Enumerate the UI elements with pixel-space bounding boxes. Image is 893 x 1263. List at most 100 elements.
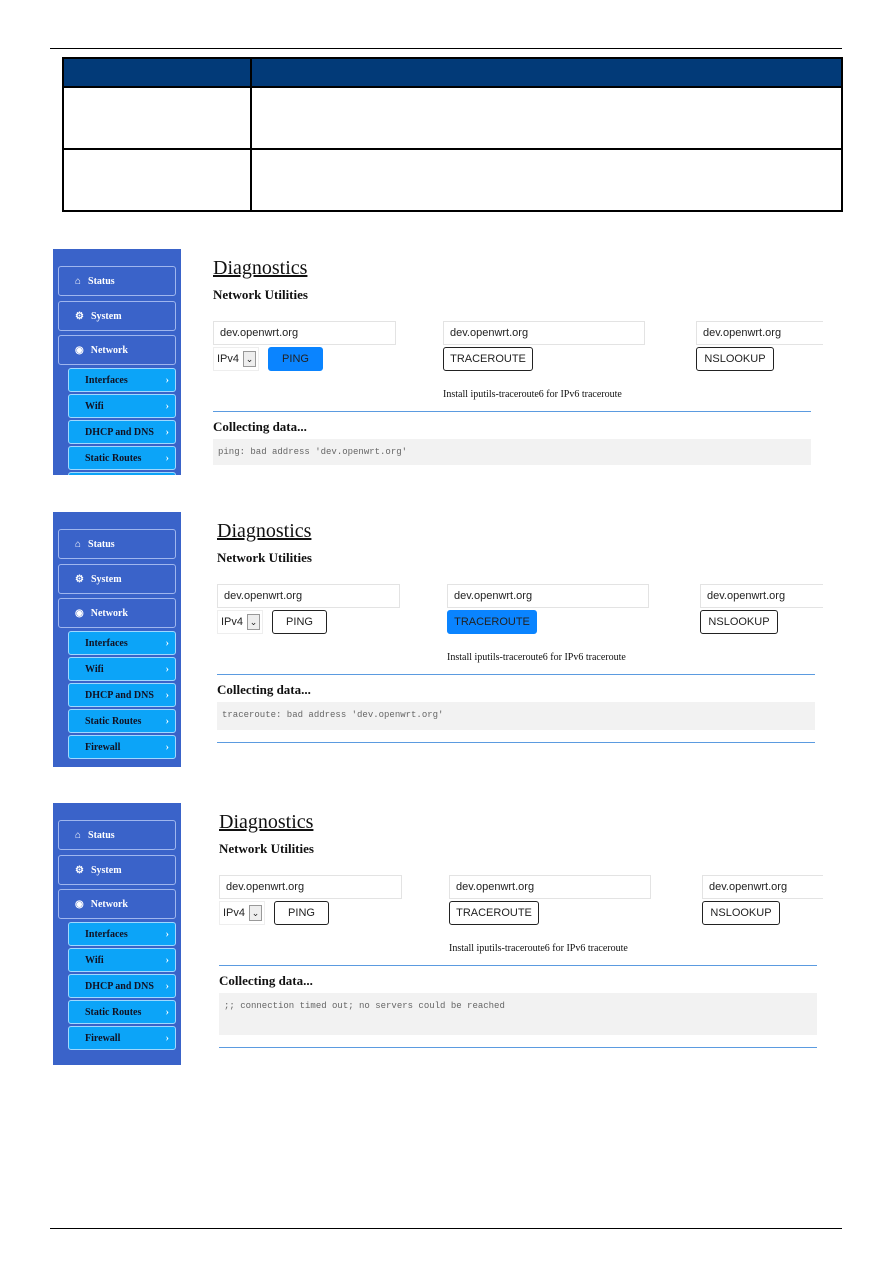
sidebar-item-network[interactable]: ◉ Network (58, 889, 176, 919)
sidebar-item-system[interactable]: ⚙ System (58, 564, 176, 594)
submenu-item-label: DHCP and DNS (85, 426, 154, 438)
sidebar-item-status[interactable]: ⌂ Status (58, 529, 176, 559)
submenu-item-label: Wifi (85, 400, 104, 412)
sidebar-item-label: System (90, 864, 122, 876)
page-title: Diagnostics (219, 811, 314, 833)
sidebar-item-label: Status (88, 829, 115, 841)
submenu-item-wifi[interactable]: Wifi › (68, 657, 176, 681)
submenu-item-dhcp-and-dns[interactable]: DHCP and DNS › (68, 420, 176, 444)
gears-icon: ⚙ (75, 864, 84, 876)
submenu-item-firewall[interactable]: Firewall› (68, 735, 176, 759)
submenu-item-firewall[interactable]: Firewall› (68, 1026, 176, 1050)
command-output: traceroute: bad address 'dev.openwrt.org… (217, 702, 815, 730)
globe-icon: ◉ (75, 344, 84, 356)
gears-icon: ⚙ (75, 310, 84, 322)
globe-icon: ◉ (75, 607, 84, 619)
nslookup-host-input[interactable]: dev.openwrt.org (702, 875, 823, 899)
chevron-right-icon: › (165, 741, 169, 753)
home-icon: ⌂ (75, 829, 82, 841)
submenu-item-dhcp-and-dns[interactable]: DHCP and DNS › (68, 683, 176, 707)
chevron-right-icon: › (165, 663, 169, 675)
submenu-item-interfaces[interactable]: Interfaces › (68, 922, 176, 946)
submenu-item-wifi[interactable]: Wifi › (68, 948, 176, 972)
ping-host-input[interactable]: dev.openwrt.org (217, 584, 400, 608)
traceroute-button[interactable]: TRACEROUTE (447, 610, 537, 634)
submenu-item-interfaces[interactable]: Interfaces › (68, 368, 176, 392)
page-title: Diagnostics (217, 520, 312, 542)
table-header-row (62, 57, 843, 88)
page-title: Diagnostics (213, 257, 308, 279)
main-content: Diagnostics Network Utilities dev.openwrt.… (217, 512, 823, 767)
sidebar-item-label: Status (88, 538, 115, 550)
submenu-item-static-routes[interactable]: Static Routes › (68, 446, 176, 470)
submenu-item-interfaces[interactable]: Interfaces › (68, 631, 176, 655)
traceroute-host-input[interactable]: dev.openwrt.org (447, 584, 649, 608)
sidebar-item-label: Network (90, 607, 128, 619)
submenu-item-static-routes[interactable]: Static Routes › (68, 1000, 176, 1024)
traceroute-button[interactable]: TRACEROUTE (449, 901, 539, 925)
section-title: Network Utilities (219, 841, 314, 856)
nslookup-button[interactable]: NSLOOKUP (696, 347, 774, 371)
nslookup-button[interactable]: NSLOOKUP (700, 610, 778, 634)
chevron-right-icon: › (165, 928, 169, 940)
submenu-item-label: Interfaces (85, 928, 128, 940)
ping-host-input[interactable]: dev.openwrt.org (219, 875, 402, 899)
doc-table (62, 57, 843, 212)
section-title: Network Utilities (213, 287, 308, 302)
section-title: Network Utilities (217, 550, 312, 565)
sidebar-item-label: Network (90, 344, 128, 356)
nslookup-button[interactable]: NSLOOKUP (702, 901, 780, 925)
ip-version-value: IPv4 (217, 353, 240, 365)
chevron-right-icon: › (165, 980, 169, 992)
submenu-item-label: Interfaces (85, 374, 128, 386)
traceroute6-hint: Install iputils-traceroute6 for IPv6 tra… (443, 389, 622, 400)
ping-button[interactable]: PING (268, 347, 323, 371)
traceroute-button[interactable]: TRACEROUTE (443, 347, 533, 371)
submenu-item-dhcp-and-dns[interactable]: DHCP and DNS › (68, 974, 176, 998)
sidebar: ⌂ Status ⚙ System ◉ Network Interfaces › Wifi › DH… (53, 512, 181, 767)
table-cell (250, 86, 843, 150)
divider (217, 674, 815, 675)
sidebar-item-system[interactable]: ⚙ System (58, 301, 176, 331)
ping-button[interactable]: PING (272, 610, 327, 634)
submenu-item-label: Static Routes (85, 1006, 142, 1018)
sidebar-item-status[interactable]: ⌂ Status (58, 820, 176, 850)
submenu-item-firewall[interactable]: Firewall› (68, 472, 176, 475)
chevron-down-icon: ⌄ (247, 614, 260, 630)
diagnostics-screenshot: ⌂ Status ⚙ System ◉ Network Interfaces › Wifi › DH… (53, 249, 823, 475)
traceroute-host-input[interactable]: dev.openwrt.org (443, 321, 645, 345)
sidebar-item-status[interactable]: ⌂ Status (58, 266, 176, 296)
submenu-item-label: DHCP and DNS (85, 689, 154, 701)
traceroute6-hint: Install iputils-traceroute6 for IPv6 tra… (447, 652, 626, 663)
traceroute6-hint: Install iputils-traceroute6 for IPv6 tra… (449, 943, 628, 954)
chevron-right-icon: › (165, 1006, 169, 1018)
sidebar-item-system[interactable]: ⚙ System (58, 855, 176, 885)
home-icon: ⌂ (75, 275, 82, 287)
submenu-item-label: Wifi (85, 663, 104, 675)
ip-version-select[interactable]: IPv4 ⌄ (217, 610, 263, 634)
command-output: ;; connection timed out; no servers coul… (219, 993, 817, 1035)
ping-host-input[interactable]: dev.openwrt.org (213, 321, 396, 345)
gears-icon: ⚙ (75, 573, 84, 585)
ip-version-select[interactable]: IPv4 ⌄ (213, 347, 259, 371)
chevron-right-icon: › (165, 452, 169, 464)
traceroute-host-input[interactable]: dev.openwrt.org (449, 875, 651, 899)
footer-rule (50, 1228, 842, 1229)
ping-button[interactable]: PING (274, 901, 329, 925)
command-output: ping: bad address 'dev.openwrt.org' (213, 439, 811, 465)
divider (219, 965, 817, 966)
sidebar-item-network[interactable]: ◉ Network (58, 335, 176, 365)
header-rule (50, 48, 842, 49)
collecting-heading: Collecting data... (217, 682, 311, 697)
home-icon: ⌂ (75, 538, 82, 550)
chevron-down-icon: ⌄ (249, 905, 262, 921)
chevron-right-icon: › (165, 1032, 169, 1044)
ip-version-select[interactable]: IPv4 ⌄ (219, 901, 265, 925)
submenu-item-static-routes[interactable]: Static Routes › (68, 709, 176, 733)
sidebar: ⌂ Status ⚙ System ◉ Network Interfaces › Wifi › DH… (53, 249, 181, 475)
nslookup-host-input[interactable]: dev.openwrt.org (696, 321, 823, 345)
nslookup-host-input[interactable]: dev.openwrt.org (700, 584, 823, 608)
submenu-item-wifi[interactable]: Wifi › (68, 394, 176, 418)
submenu-item-label: DHCP and DNS (85, 980, 154, 992)
sidebar-item-network[interactable]: ◉ Network (58, 598, 176, 628)
